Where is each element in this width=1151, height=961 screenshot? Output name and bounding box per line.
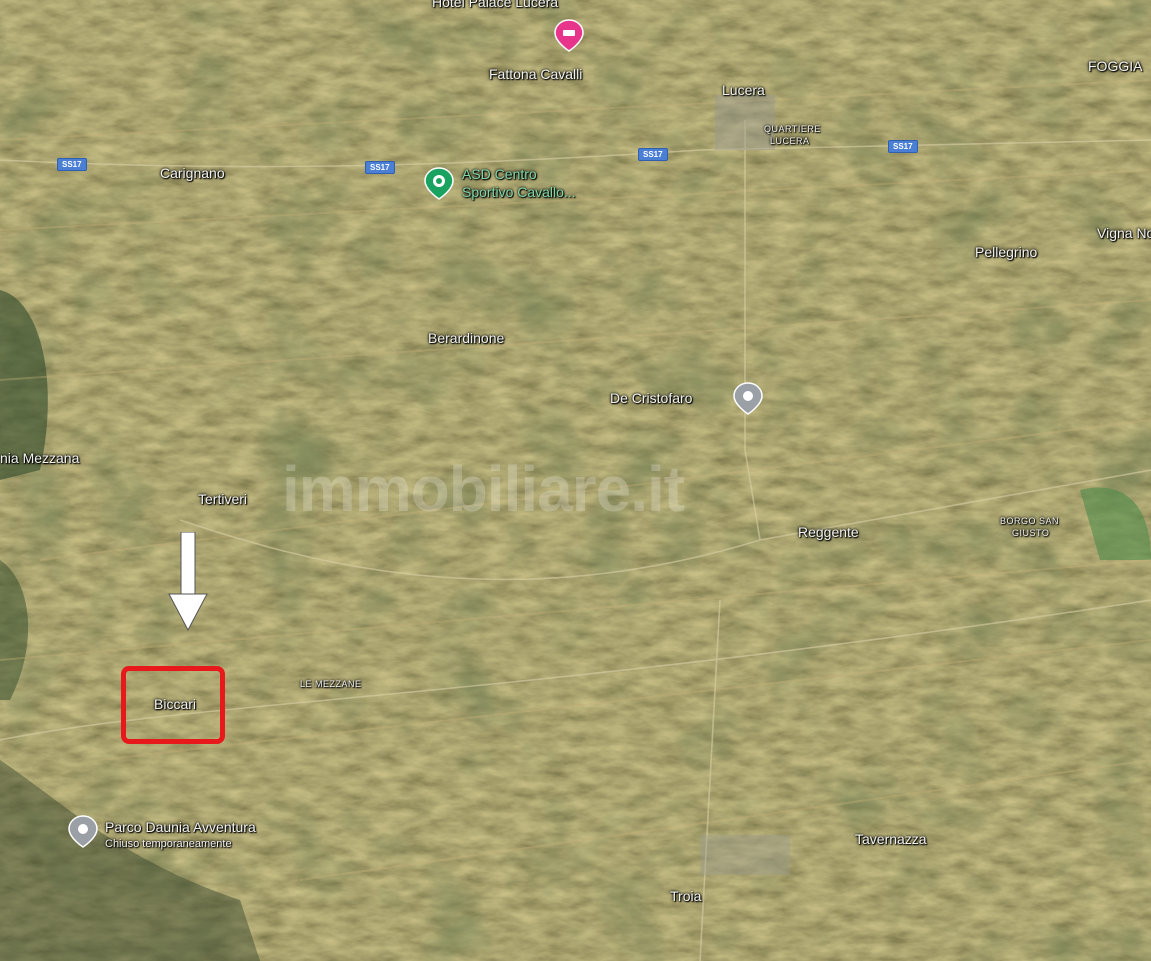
label-reggente[interactable]: Reggente: [798, 524, 859, 540]
label-carignano[interactable]: Carignano: [160, 165, 225, 181]
sport-center-pin-icon[interactable]: [422, 166, 456, 200]
label-lucera-district: LUCERA: [770, 136, 810, 146]
label-borgo-san: BORGO SAN: [1000, 516, 1060, 526]
watermark: immobiliare.it: [282, 453, 685, 525]
label-berardinone[interactable]: Berardinone: [428, 330, 504, 346]
label-asd-centro[interactable]: ASD Centro: [462, 166, 537, 182]
satellite-map[interactable]: Hotel Palace Lucera Fattona Cavalli Luce…: [0, 0, 1151, 961]
label-fattona-cavalli[interactable]: Fattona Cavalli: [489, 66, 582, 82]
road-shield-ss17: SS17: [57, 158, 87, 171]
arrow-down-icon: [168, 532, 208, 632]
label-parco-status: Chiuso temporaneamente: [105, 838, 232, 850]
label-parco-daunia[interactable]: Parco Daunia Avventura: [105, 819, 256, 835]
road-shield-ss17: SS17: [365, 161, 395, 174]
label-de-cristofaro[interactable]: De Cristofaro: [610, 390, 692, 406]
place-pin-icon[interactable]: [731, 381, 765, 415]
label-vigna[interactable]: Vigna No: [1097, 225, 1151, 241]
label-troia[interactable]: Troia: [670, 888, 701, 904]
park-pin-icon[interactable]: [66, 814, 100, 848]
label-foggia[interactable]: FOGGIA: [1088, 58, 1142, 74]
label-pellegrino[interactable]: Pellegrino: [975, 244, 1037, 260]
label-le-mezzane: LE MEZZANE: [300, 679, 362, 689]
label-hotel-palace-lucera[interactable]: Hotel Palace Lucera: [432, 0, 558, 10]
label-tertiveri[interactable]: Tertiveri: [198, 491, 247, 507]
hotel-pin-icon[interactable]: [552, 18, 586, 52]
label-giusto: GIUSTO: [1012, 528, 1050, 538]
road-shield-ss17: SS17: [638, 148, 668, 161]
label-quartiere: QUARTIERE: [764, 124, 821, 134]
label-asd-sportivo[interactable]: Sportivo Cavallo...: [462, 184, 576, 200]
label-tavernazza[interactable]: Tavernazza: [855, 831, 927, 847]
label-lucera[interactable]: Lucera: [722, 82, 765, 98]
road-shield-ss17: SS17: [888, 140, 918, 153]
label-mezzana[interactable]: nia Mezzana: [0, 450, 79, 466]
location-highlight-box: [121, 666, 225, 744]
